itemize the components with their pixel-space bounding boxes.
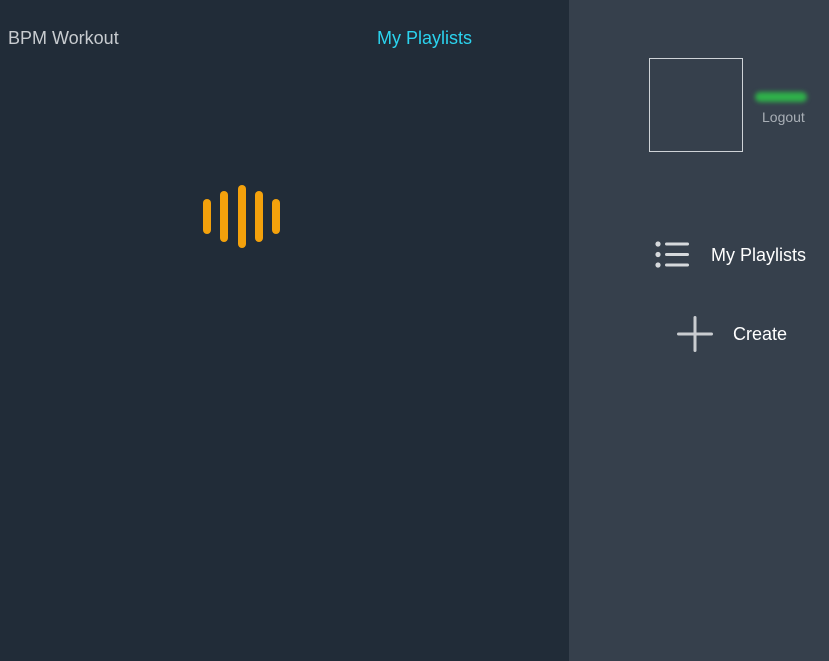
avatar[interactable]: [649, 58, 743, 152]
username-obscured: [755, 92, 807, 102]
loader-bar: [255, 191, 263, 242]
sidebar: Logout My Playlists Create: [569, 0, 829, 661]
plus-icon: [677, 316, 713, 352]
sidebar-item-label: My Playlists: [711, 244, 807, 265]
loader-bar: [203, 199, 211, 234]
loader-bar: [272, 199, 280, 234]
sidebar-item-my-playlists[interactable]: My Playlists: [655, 240, 806, 270]
app-brand[interactable]: BPM Workout: [8, 28, 119, 49]
loader-bar: [238, 185, 246, 248]
logout-link[interactable]: Logout: [762, 109, 805, 125]
sidebar-item-label: Create: [733, 323, 788, 344]
loader-bar: [220, 191, 228, 242]
sidebar-item-create[interactable]: Create: [677, 316, 787, 352]
list-icon: [655, 240, 691, 270]
page-title: My Playlists: [377, 28, 473, 48]
audio-bars-loading-icon: [203, 185, 283, 248]
main-panel: BPM Workout My Playlists: [0, 0, 569, 661]
